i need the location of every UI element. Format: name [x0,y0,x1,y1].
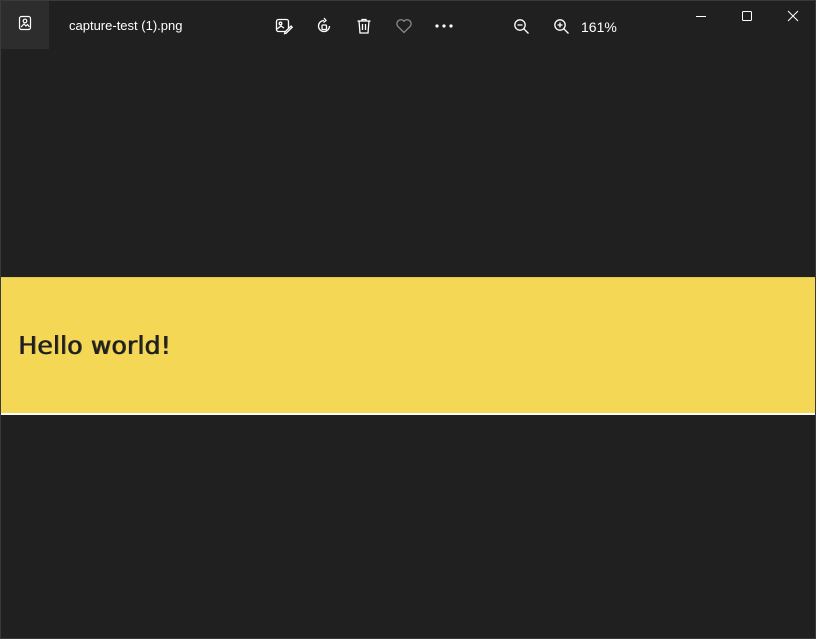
close-button[interactable] [770,1,816,35]
minimize-button[interactable] [678,1,724,35]
edit-image-button[interactable] [268,10,300,42]
zoom-in-icon [553,18,570,35]
photos-app-icon [17,15,33,36]
displayed-image: Hello world! [1,277,815,415]
maximize-icon [741,9,753,27]
app-menu-button[interactable] [1,1,49,49]
close-icon [787,9,799,27]
more-options-button[interactable] [428,10,460,42]
edit-image-icon [275,17,293,35]
photos-window: capture-test (1).png 161% Hello world! [0,0,816,639]
title-bar: capture-test (1).png 161% [1,1,815,49]
heart-icon [395,17,413,35]
delete-button[interactable] [348,10,380,42]
zoom-in-button[interactable] [545,10,577,42]
zoom-out-button[interactable] [505,10,537,42]
file-name-label: capture-test (1).png [69,18,183,33]
image-viewer-canvas[interactable]: Hello world! [1,49,815,638]
image-text: Hello world! [18,331,171,360]
zoom-out-icon [513,18,530,35]
zoom-level-label[interactable]: 161% [581,1,617,53]
more-icon [434,23,454,29]
rotate-icon [315,17,333,35]
maximize-button[interactable] [724,1,770,35]
delete-icon [355,17,373,35]
rotate-button[interactable] [308,10,340,42]
favorite-button[interactable] [388,10,420,42]
minimize-icon [695,9,707,27]
